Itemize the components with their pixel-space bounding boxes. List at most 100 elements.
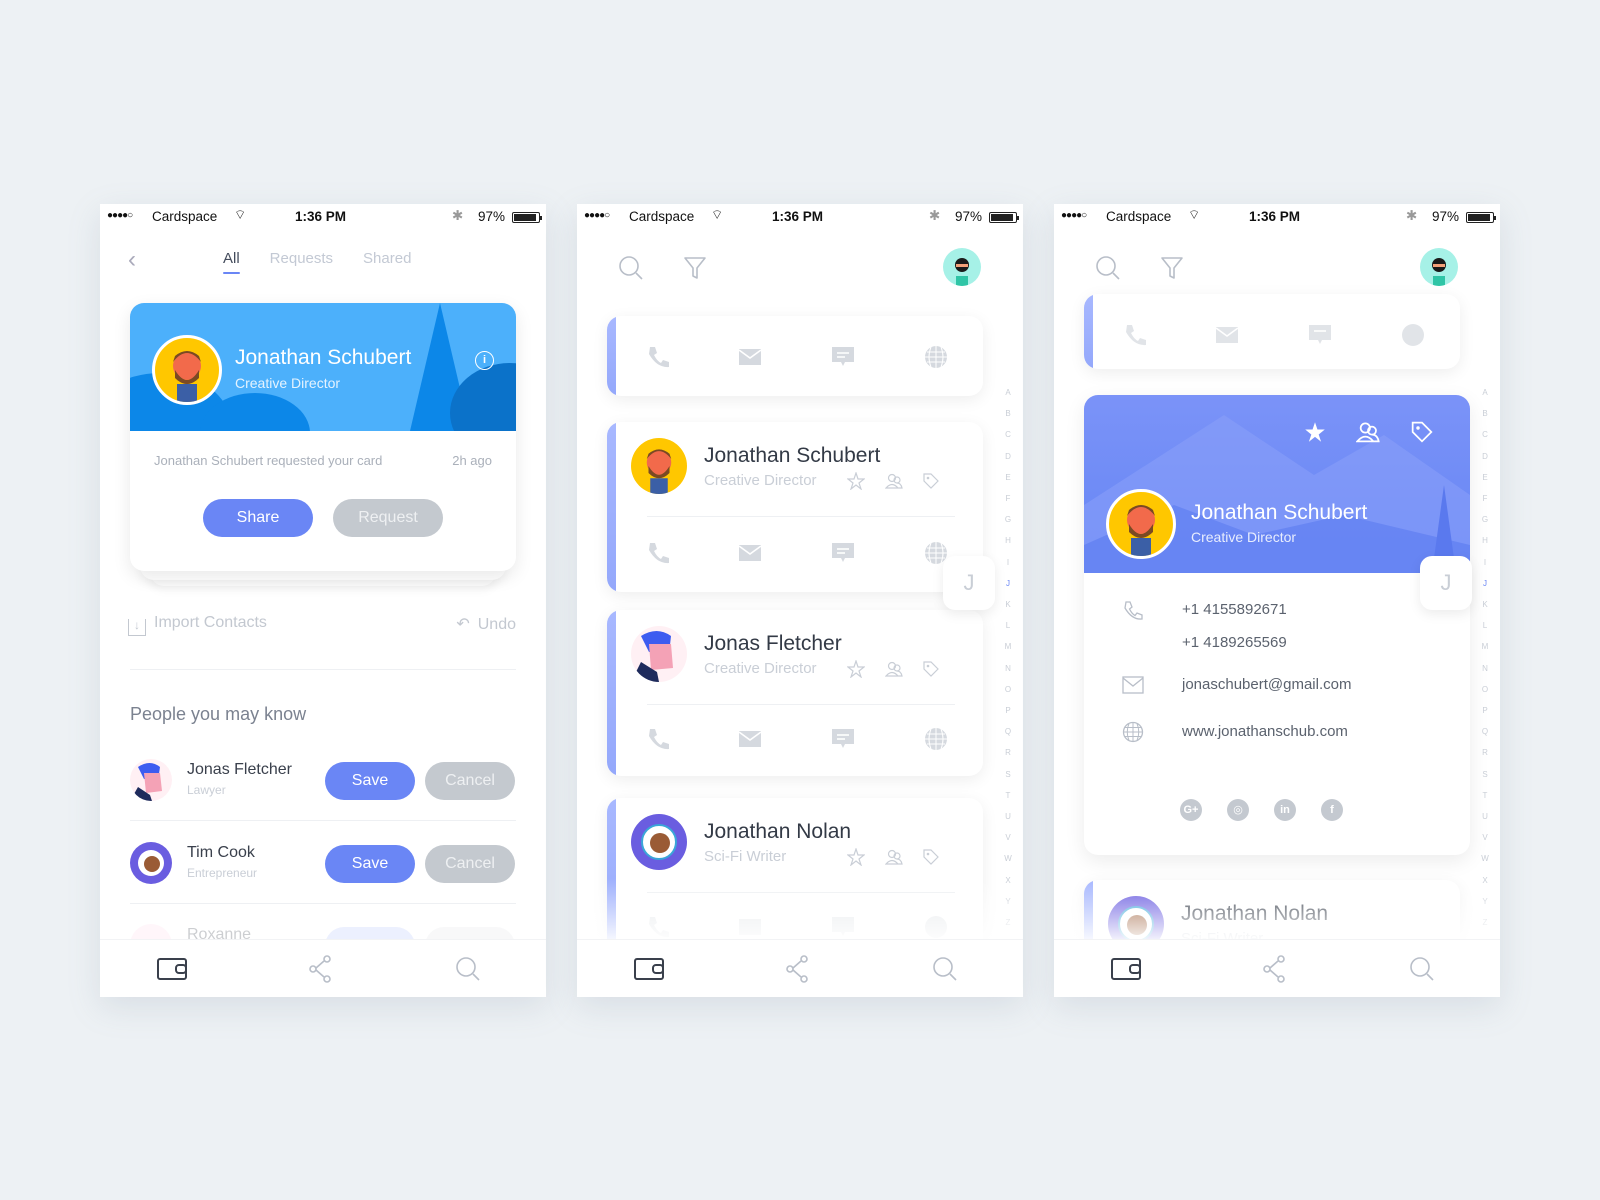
search-icon[interactable] — [452, 954, 484, 984]
phone-icon[interactable] — [645, 540, 671, 566]
share-icon[interactable] — [782, 954, 814, 984]
index-letter-y[interactable]: Y — [1003, 891, 1013, 912]
filter-icon[interactable] — [681, 254, 709, 282]
mail-icon[interactable] — [1214, 322, 1240, 348]
index-letter-u[interactable]: U — [1480, 806, 1490, 827]
index-letter-f[interactable]: F — [1003, 488, 1013, 509]
phone-number-primary[interactable]: +1 4155892671 — [1182, 601, 1287, 618]
index-letter-n[interactable]: N — [1480, 658, 1490, 679]
index-letter-x[interactable]: X — [1480, 870, 1490, 891]
globe-icon[interactable] — [1122, 721, 1144, 743]
index-letter-o[interactable]: O — [1003, 679, 1013, 700]
globe-icon[interactable] — [923, 344, 949, 370]
search-icon[interactable] — [1406, 954, 1438, 984]
index-letter-q[interactable]: Q — [1003, 721, 1013, 742]
alphabet-index[interactable]: ABCDEFGHIJKLMNOPQRSTUVWXYZ — [1480, 382, 1490, 933]
globe-icon[interactable] — [923, 914, 949, 940]
index-letter-l[interactable]: L — [1003, 615, 1013, 636]
index-letter-k[interactable]: K — [1480, 594, 1490, 615]
tab-requests[interactable]: Requests — [270, 250, 333, 267]
index-letter-j[interactable]: J — [1480, 573, 1490, 594]
mail-icon[interactable] — [737, 344, 763, 370]
index-letter-w[interactable]: W — [1003, 848, 1013, 869]
email-address[interactable]: jonaschubert@gmail.com — [1182, 676, 1351, 693]
phone-number-secondary[interactable]: +1 4189265569 — [1182, 634, 1287, 651]
index-letter-g[interactable]: G — [1003, 509, 1013, 530]
tab-all[interactable]: All — [223, 250, 240, 274]
star-icon[interactable] — [1304, 421, 1326, 443]
index-letter-f[interactable]: F — [1480, 488, 1490, 509]
star-icon[interactable] — [847, 660, 865, 678]
back-chevron-icon[interactable]: ‹ — [128, 246, 136, 274]
index-letter-p[interactable]: P — [1480, 700, 1490, 721]
share-icon[interactable] — [1259, 954, 1291, 984]
index-letter-d[interactable]: D — [1003, 446, 1013, 467]
index-letter-g[interactable]: G — [1480, 509, 1490, 530]
message-icon[interactable] — [830, 914, 856, 940]
cancel-button[interactable]: Cancel — [425, 762, 515, 800]
index-letter-r[interactable]: R — [1003, 742, 1013, 763]
index-letter-m[interactable]: M — [1003, 636, 1013, 657]
share-icon[interactable] — [305, 954, 337, 984]
index-letter-b[interactable]: B — [1480, 403, 1490, 424]
group-icon[interactable] — [885, 472, 903, 490]
website[interactable]: www.jonathanschub.com — [1182, 723, 1348, 740]
tag-icon[interactable] — [922, 472, 940, 490]
globe-icon[interactable] — [923, 726, 949, 752]
index-letter-s[interactable]: S — [1480, 764, 1490, 785]
index-letter-a[interactable]: A — [1480, 382, 1490, 403]
search-icon[interactable] — [929, 954, 961, 984]
cancel-button[interactable]: Cancel — [425, 845, 515, 883]
mail-icon[interactable] — [737, 540, 763, 566]
index-letter-k[interactable]: K — [1003, 594, 1013, 615]
index-letter-i[interactable]: I — [1480, 552, 1490, 573]
mail-icon[interactable] — [1122, 674, 1144, 696]
index-letter-j[interactable]: J — [1003, 573, 1013, 594]
wallet-icon[interactable] — [156, 954, 188, 984]
index-letter-z[interactable]: Z — [1480, 912, 1490, 933]
search-icon[interactable] — [1094, 254, 1122, 282]
tab-shared[interactable]: Shared — [363, 250, 411, 267]
alphabet-index[interactable]: ABCDEFGHIJKLMNOPQRSTUVWXYZ — [1003, 382, 1013, 933]
index-letter-x[interactable]: X — [1003, 870, 1013, 891]
index-letter-i[interactable]: I — [1003, 552, 1013, 573]
undo-link[interactable]: ↶ Undo — [456, 614, 516, 634]
tag-icon[interactable] — [922, 848, 940, 866]
mail-icon[interactable] — [737, 914, 763, 940]
message-icon[interactable] — [830, 726, 856, 752]
phone-icon[interactable] — [1122, 322, 1148, 348]
share-button[interactable]: Share — [203, 499, 313, 537]
index-letter-r[interactable]: R — [1480, 742, 1490, 763]
index-letter-d[interactable]: D — [1480, 446, 1490, 467]
index-letter-c[interactable]: C — [1003, 424, 1013, 445]
wallet-icon[interactable] — [633, 954, 665, 984]
request-button[interactable]: Request — [333, 499, 443, 537]
group-icon[interactable] — [885, 660, 903, 678]
instagram-icon[interactable]: ◎ — [1227, 799, 1249, 821]
phone-icon[interactable] — [645, 344, 671, 370]
star-icon[interactable] — [847, 848, 865, 866]
group-icon[interactable] — [1356, 420, 1380, 444]
save-button[interactable]: Save — [325, 762, 415, 800]
index-letter-v[interactable]: V — [1003, 827, 1013, 848]
contact-card[interactable]: Jonas Fletcher Creative Director — [607, 610, 983, 776]
index-letter-h[interactable]: H — [1003, 530, 1013, 551]
mail-icon[interactable] — [737, 726, 763, 752]
index-letter-o[interactable]: O — [1480, 679, 1490, 700]
globe-icon[interactable] — [1400, 322, 1426, 348]
index-letter-v[interactable]: V — [1480, 827, 1490, 848]
index-letter-u[interactable]: U — [1003, 806, 1013, 827]
index-letter-e[interactable]: E — [1480, 467, 1490, 488]
tag-icon[interactable] — [1410, 420, 1434, 444]
phone-icon[interactable] — [645, 914, 671, 940]
index-letter-w[interactable]: W — [1480, 848, 1490, 869]
index-letter-n[interactable]: N — [1003, 658, 1013, 679]
star-icon[interactable] — [847, 472, 865, 490]
message-icon[interactable] — [1307, 322, 1333, 348]
filter-icon[interactable] — [1158, 254, 1186, 282]
index-letter-q[interactable]: Q — [1480, 721, 1490, 742]
index-letter-a[interactable]: A — [1003, 382, 1013, 403]
search-icon[interactable] — [617, 254, 645, 282]
wallet-icon[interactable] — [1110, 954, 1142, 984]
info-icon[interactable]: i — [475, 351, 494, 370]
